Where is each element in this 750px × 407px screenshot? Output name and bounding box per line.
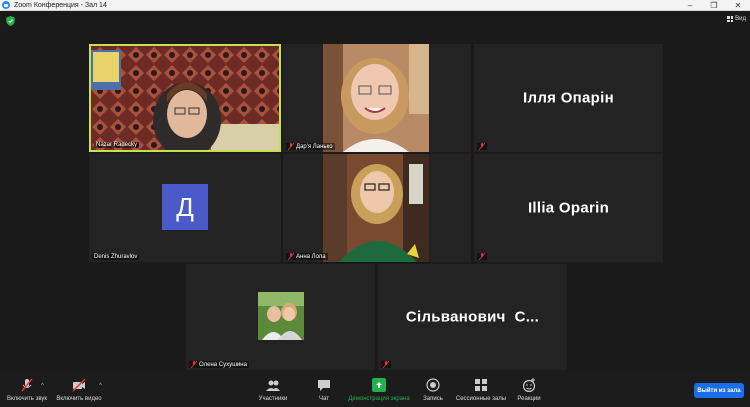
video-tile-nazar[interactable]: Nazar Radecky <box>89 44 281 152</box>
profile-photo <box>258 292 304 340</box>
photo-tile-olena[interactable]: Олена Сухушина <box>186 264 375 370</box>
chat-button[interactable]: Чат <box>312 371 336 407</box>
breakout-rooms-icon <box>475 379 487 391</box>
mic-muted-icon <box>191 361 197 368</box>
breakout-rooms-button[interactable]: Сессионные залы <box>454 371 508 407</box>
meeting-toolbar: Включить звук ^ Включить видео ^ 8 Участ… <box>0 371 750 407</box>
window-title: Zoom Конференция - Зал 14 <box>14 1 107 9</box>
reactions-icon <box>522 378 536 392</box>
participant-name: Denis Zhuravlov <box>92 254 140 260</box>
participant-display-name: Ілля Опарін <box>523 89 614 107</box>
view-label: Вид <box>735 16 746 22</box>
name-tile-illia-ua[interactable]: Ілля Опарін <box>474 44 663 152</box>
maximize-icon[interactable]: ❐ <box>702 0 726 11</box>
participant-name <box>477 253 487 260</box>
mic-muted-icon <box>479 253 485 260</box>
shield-icon[interactable] <box>6 16 15 26</box>
participant-name: Nazar Radecky <box>94 142 140 148</box>
participant-name <box>381 361 391 368</box>
window-controls: – ❐ ✕ <box>678 0 750 11</box>
record-icon <box>426 378 440 392</box>
participants-button[interactable]: 8 Участники <box>255 371 291 407</box>
video-tile-darya[interactable]: Дар'я Ланько <box>283 44 471 152</box>
unmute-button[interactable]: Включить звук <box>4 371 50 407</box>
participants-icon: 8 <box>266 380 280 391</box>
avatar: Д <box>162 184 208 230</box>
participant-display-name: Сільванович С... <box>405 308 540 326</box>
mic-muted-icon <box>288 143 294 150</box>
mic-muted-icon <box>479 143 485 150</box>
mic-muted-icon <box>288 253 294 260</box>
name-tile-illia-en[interactable]: Illia Oparin <box>474 154 663 262</box>
participant-video <box>91 46 279 150</box>
zoom-app-icon <box>2 1 10 9</box>
close-icon[interactable]: ✕ <box>726 0 750 11</box>
participant-name: Дар'я Ланько <box>286 143 335 150</box>
mic-muted-icon <box>383 361 389 368</box>
participant-name <box>477 143 487 150</box>
reactions-button[interactable]: Реакции <box>514 371 544 407</box>
participant-video <box>323 44 429 152</box>
participant-video <box>323 154 429 262</box>
camera-off-icon <box>72 378 86 392</box>
minimize-icon[interactable]: – <box>678 0 702 11</box>
record-button[interactable]: Запись <box>420 371 446 407</box>
participant-name: Анна Лола <box>286 253 328 260</box>
avatar-tile-denis[interactable]: Д Denis Zhuravlov <box>89 154 281 262</box>
grid-icon <box>727 16 734 22</box>
name-tile-silvanovych[interactable]: Сільванович С... <box>378 264 567 370</box>
meeting-top-strip: Вид <box>0 12 750 30</box>
mic-muted-icon <box>21 378 33 392</box>
video-options-caret[interactable]: ^ <box>99 383 102 389</box>
view-button[interactable]: Вид <box>727 16 746 22</box>
participant-display-name: Illia Oparin <box>527 199 610 217</box>
audio-options-caret[interactable]: ^ <box>41 383 44 389</box>
leave-room-button[interactable]: Выйти из зала <box>694 383 744 398</box>
video-tile-anna[interactable]: Анна Лола <box>283 154 471 262</box>
start-video-button[interactable]: Включить видео <box>54 371 104 407</box>
share-screen-button[interactable]: Демонстрация экрана <box>346 371 412 407</box>
title-bar: Zoom Конференция - Зал 14 – ❐ ✕ <box>0 0 750 11</box>
chat-icon <box>318 380 330 391</box>
participant-name: Олена Сухушина <box>189 361 249 368</box>
share-screen-icon <box>372 378 386 392</box>
